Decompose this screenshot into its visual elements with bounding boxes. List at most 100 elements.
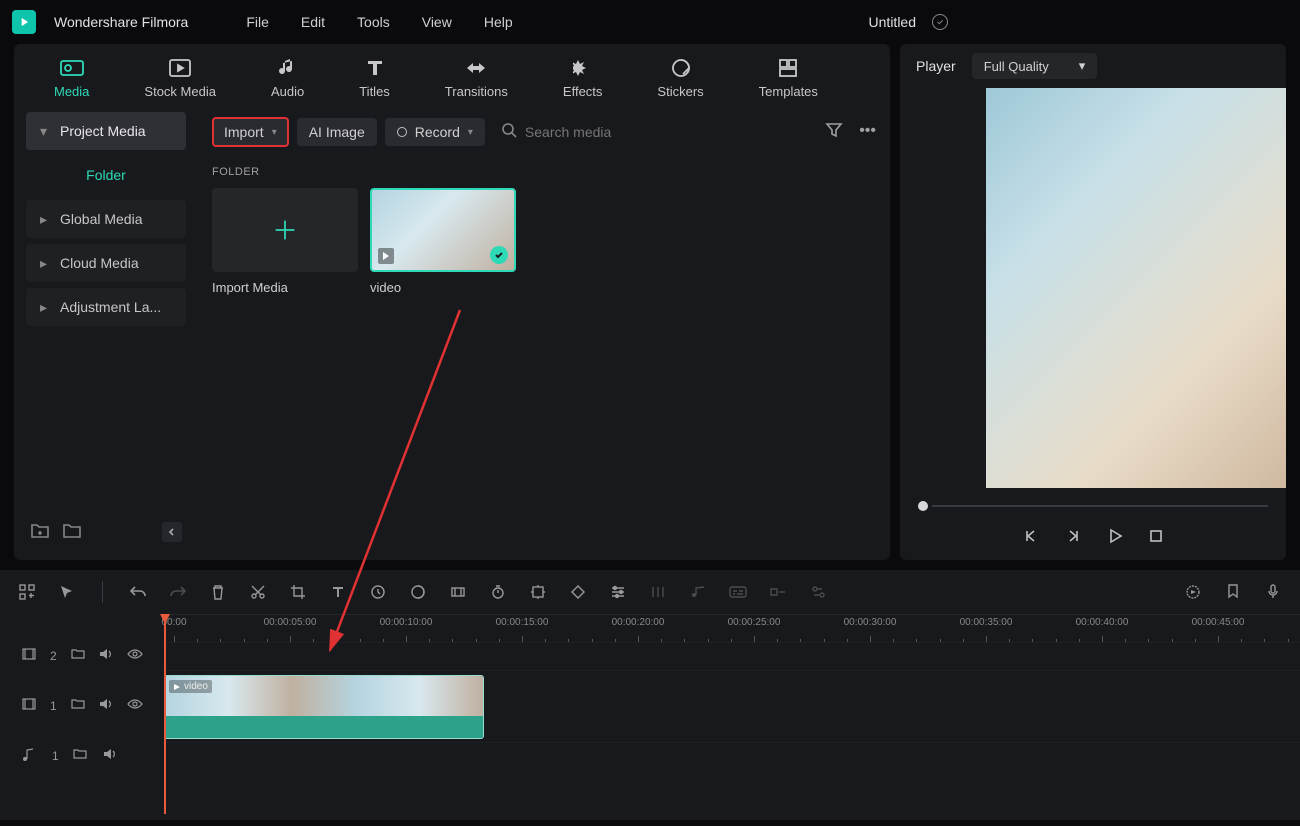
chevron-right-icon: ▸ <box>40 211 50 228</box>
record-dot-icon <box>397 127 407 137</box>
templates-icon <box>776 56 800 80</box>
scrubber[interactable] <box>900 496 1286 516</box>
menu-tools[interactable]: Tools <box>357 14 390 30</box>
folder-icon[interactable] <box>73 748 89 764</box>
chevron-down-icon: ▾ <box>40 123 50 140</box>
menu-edit[interactable]: Edit <box>301 14 325 30</box>
sync-icon[interactable] <box>809 583 827 601</box>
cursor-icon[interactable] <box>58 583 76 601</box>
panel-tabs: Media Stock Media Audio Titles Transitio… <box>14 44 890 104</box>
ducking-icon[interactable] <box>769 583 787 601</box>
chevron-down-icon: ▾ <box>272 127 277 138</box>
audio-track-1[interactable] <box>162 742 1300 770</box>
stickers-icon <box>669 56 693 80</box>
video-thumbnail[interactable] <box>370 188 516 272</box>
timeline-tracks[interactable]: 00:0000:00:05:0000:00:10:0000:00:15:0000… <box>162 614 1300 814</box>
mute-icon[interactable] <box>103 748 119 764</box>
video-track-icon <box>22 648 36 664</box>
audio-track-1-head[interactable]: 1 <box>0 742 162 770</box>
render-icon[interactable] <box>1184 583 1202 601</box>
video-preview[interactable] <box>986 88 1286 488</box>
tab-templates[interactable]: Templates <box>759 56 818 104</box>
folder-icon[interactable] <box>71 648 85 664</box>
filter-icon[interactable] <box>825 122 843 143</box>
sidebar-folder[interactable]: Folder <box>26 156 186 194</box>
add-track-icon[interactable] <box>18 583 36 601</box>
effects-icon <box>571 56 595 80</box>
media-icon <box>60 56 84 80</box>
audio-detach-icon[interactable] <box>689 583 707 601</box>
sidebar-adjustment-layer[interactable]: ▸ Adjustment La... <box>26 288 186 326</box>
chevron-right-icon: ▸ <box>40 299 50 316</box>
more-icon[interactable]: ••• <box>859 122 876 143</box>
mute-icon[interactable] <box>99 698 113 714</box>
timeline-ruler[interactable]: 00:0000:00:05:0000:00:10:0000:00:15:0000… <box>162 614 1300 642</box>
text-icon[interactable] <box>329 583 347 601</box>
media-toolbar: Import ▾ AI Image Record ▾ <box>212 112 876 152</box>
tracking-icon[interactable] <box>529 583 547 601</box>
voiceover-icon[interactable] <box>1264 583 1282 601</box>
quality-dropdown[interactable]: Full Quality ▾ <box>972 53 1098 79</box>
titles-icon <box>363 56 387 80</box>
video-track-2[interactable] <box>162 642 1300 670</box>
ai-image-button[interactable]: AI Image <box>297 118 377 146</box>
undo-icon[interactable] <box>129 583 147 601</box>
menu-view[interactable]: View <box>422 14 452 30</box>
tab-effects[interactable]: Effects <box>563 56 603 104</box>
speed-icon[interactable] <box>369 583 387 601</box>
sidebar-cloud-media[interactable]: ▸ Cloud Media <box>26 244 186 282</box>
project-title[interactable]: Untitled <box>869 14 916 30</box>
search-input[interactable] <box>525 124 725 140</box>
subtitle-icon[interactable] <box>729 583 747 601</box>
timer-icon[interactable] <box>489 583 507 601</box>
tab-audio[interactable]: Audio <box>271 56 304 104</box>
new-folder-icon[interactable] <box>30 522 52 544</box>
video-track-1[interactable]: video <box>162 670 1300 742</box>
menu-file[interactable]: File <box>246 14 269 30</box>
marker-icon[interactable] <box>1224 583 1242 601</box>
import-media-box[interactable] <box>212 188 358 272</box>
prev-frame-button[interactable] <box>1023 528 1039 549</box>
keyframe-icon[interactable] <box>569 583 587 601</box>
video-track-1-head[interactable]: 1 <box>0 670 162 742</box>
collapse-sidebar-icon[interactable] <box>162 522 182 542</box>
tab-stickers[interactable]: Stickers <box>657 56 703 104</box>
keyframe-track-icon[interactable] <box>449 583 467 601</box>
tab-titles[interactable]: Titles <box>359 56 390 104</box>
record-button[interactable]: Record ▾ <box>385 118 485 146</box>
tab-stock-media[interactable]: Stock Media <box>144 56 216 104</box>
crop-icon[interactable] <box>289 583 307 601</box>
tab-media[interactable]: Media <box>54 56 89 104</box>
sidebar-global-media[interactable]: ▸ Global Media <box>26 200 186 238</box>
folder-icon[interactable] <box>71 698 85 714</box>
chevron-down-icon: ▾ <box>468 127 473 138</box>
color-icon[interactable] <box>409 583 427 601</box>
step-back-button[interactable] <box>1065 528 1081 549</box>
play-button[interactable] <box>1107 528 1123 549</box>
mixer-icon[interactable] <box>649 583 667 601</box>
visibility-icon[interactable] <box>127 648 143 664</box>
menu-help[interactable]: Help <box>484 14 513 30</box>
video-clip[interactable]: video <box>164 675 484 739</box>
tab-transitions[interactable]: Transitions <box>445 56 508 104</box>
delete-icon[interactable] <box>209 583 227 601</box>
scrub-handle[interactable] <box>918 501 928 511</box>
video-track-2-head[interactable]: 2 <box>0 642 162 670</box>
mute-icon[interactable] <box>99 648 113 664</box>
saved-check-icon <box>932 14 948 30</box>
media-panel: Media Stock Media Audio Titles Transitio… <box>14 44 890 560</box>
video-name-label: video <box>370 280 516 295</box>
play-indicator-icon <box>378 248 394 264</box>
playhead[interactable] <box>164 614 166 814</box>
sidebar-project-media[interactable]: ▾ Project Media <box>26 112 186 150</box>
visibility-icon[interactable] <box>127 698 143 714</box>
cut-icon[interactable] <box>249 583 267 601</box>
redo-icon[interactable] <box>169 583 187 601</box>
adjust-icon[interactable] <box>609 583 627 601</box>
folder-section-label: FOLDER <box>212 166 876 178</box>
titlebar: Wondershare Filmora File Edit Tools View… <box>0 0 1300 44</box>
player-panel: Player Full Quality ▾ <box>900 44 1286 560</box>
folder-icon[interactable] <box>62 522 84 544</box>
stop-button[interactable] <box>1149 529 1163 548</box>
import-button[interactable]: Import ▾ <box>212 117 289 147</box>
